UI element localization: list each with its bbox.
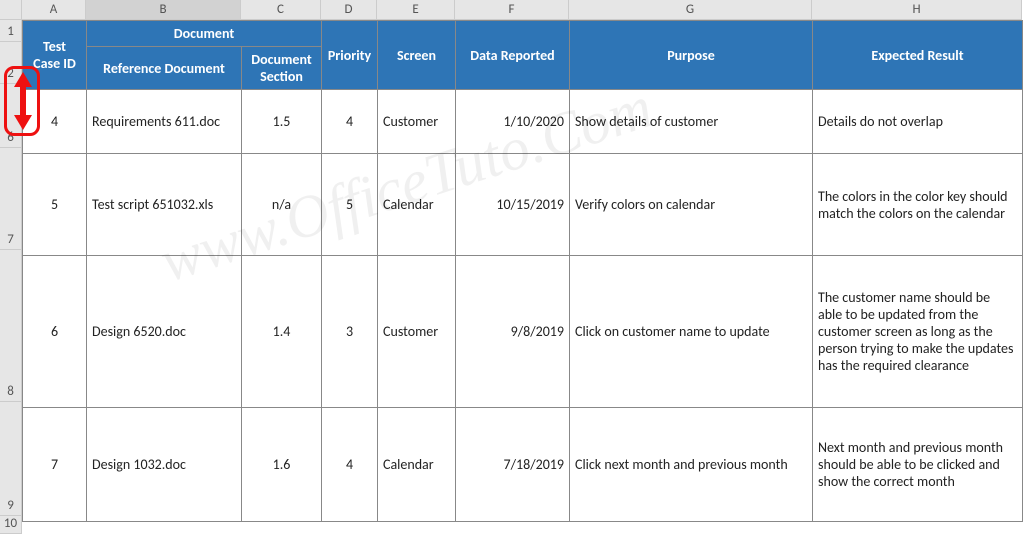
col-header-B[interactable]: B <box>86 0 241 20</box>
cell-expected[interactable]: Details do not overlap <box>813 90 1023 154</box>
cell-id[interactable]: 4 <box>23 90 87 154</box>
cell-sec[interactable]: 1.6 <box>242 408 322 522</box>
cell-expected[interactable]: The colors in the color key should match… <box>813 154 1023 256</box>
col-header-D[interactable]: D <box>321 0 377 20</box>
cell-purpose[interactable]: Click next month and previous month <box>570 408 813 522</box>
table-row: 5 Test script 651032.xls n/a 5 Calendar … <box>23 154 1023 256</box>
row-header-7[interactable]: 7 <box>0 148 22 250</box>
cell-date[interactable]: 7/18/2019 <box>456 408 570 522</box>
cell-expected[interactable]: The customer name should be able to be u… <box>813 256 1023 408</box>
cell-scr[interactable]: Calendar <box>378 408 456 522</box>
row-header-10[interactable]: 10 <box>0 516 22 534</box>
select-all-cell[interactable] <box>0 0 22 20</box>
cell-ref[interactable]: Requirements 611.doc <box>87 90 242 154</box>
cell-pri[interactable]: 5 <box>322 154 378 256</box>
cell-sec[interactable]: 1.5 <box>242 90 322 154</box>
header-expected-result[interactable]: Expected Result <box>813 21 1023 90</box>
grid-table: Test Case ID Document Priority Screen Da… <box>22 20 1023 522</box>
row-header-8[interactable]: 8 <box>0 250 22 402</box>
col-header-C[interactable]: C <box>241 0 321 20</box>
cell-scr[interactable]: Customer <box>378 256 456 408</box>
cell-id[interactable]: 6 <box>23 256 87 408</box>
table-row: 6 Design 6520.doc 1.4 3 Customer 9/8/201… <box>23 256 1023 408</box>
cell-pri[interactable]: 3 <box>322 256 378 408</box>
cell-sec[interactable]: n/a <box>242 154 322 256</box>
cell-date[interactable]: 9/8/2019 <box>456 256 570 408</box>
cell-ref[interactable]: Test script 651032.xls <box>87 154 242 256</box>
column-headers: A B C D E F G H <box>22 0 1022 20</box>
cell-ref[interactable]: Design 6520.doc <box>87 256 242 408</box>
cell-id[interactable]: 7 <box>23 408 87 522</box>
cell-purpose[interactable]: Show details of customer <box>570 90 813 154</box>
header-test-case-id[interactable]: Test Case ID <box>23 21 87 90</box>
header-reference-document[interactable]: Reference Document <box>87 47 242 90</box>
cell-scr[interactable]: Customer <box>378 90 456 154</box>
cell-date[interactable]: 10/15/2019 <box>456 154 570 256</box>
table-row: 7 Design 1032.doc 1.6 4 Calendar 7/18/20… <box>23 408 1023 522</box>
table-row: 4 Requirements 611.doc 1.5 4 Customer 1/… <box>23 90 1023 154</box>
row-header-6[interactable]: 6 <box>0 84 22 148</box>
header-document[interactable]: Document <box>87 21 322 47</box>
cell-date[interactable]: 1/10/2020 <box>456 90 570 154</box>
cell-scr[interactable]: Calendar <box>378 154 456 256</box>
header-priority[interactable]: Priority <box>322 21 378 90</box>
cell-ref[interactable]: Design 1032.doc <box>87 408 242 522</box>
row-header-2[interactable]: 2 <box>0 42 22 84</box>
col-header-E[interactable]: E <box>377 0 455 20</box>
cell-id[interactable]: 5 <box>23 154 87 256</box>
spreadsheet-window: A B C D E F G H 1 2 6 7 8 9 10 Test Case… <box>0 0 1024 534</box>
col-header-G[interactable]: G <box>569 0 812 20</box>
header-data-reported[interactable]: Data Reported <box>456 21 570 90</box>
cell-expected[interactable]: Next month and previous month should be … <box>813 408 1023 522</box>
cell-purpose[interactable]: Click on customer name to update <box>570 256 813 408</box>
cell-sec[interactable]: 1.4 <box>242 256 322 408</box>
header-purpose[interactable]: Purpose <box>570 21 813 90</box>
row-header-1[interactable]: 1 <box>0 20 22 42</box>
header-document-section[interactable]: Document Section <box>242 47 322 90</box>
cell-pri[interactable]: 4 <box>322 90 378 154</box>
cell-pri[interactable]: 4 <box>322 408 378 522</box>
col-header-F[interactable]: F <box>455 0 569 20</box>
col-header-H[interactable]: H <box>812 0 1022 20</box>
header-screen[interactable]: Screen <box>378 21 456 90</box>
row-header-9[interactable]: 9 <box>0 402 22 516</box>
col-header-A[interactable]: A <box>22 0 86 20</box>
cell-purpose[interactable]: Verify colors on calendar <box>570 154 813 256</box>
grid-body: Test Case ID Document Priority Screen Da… <box>22 20 1023 522</box>
